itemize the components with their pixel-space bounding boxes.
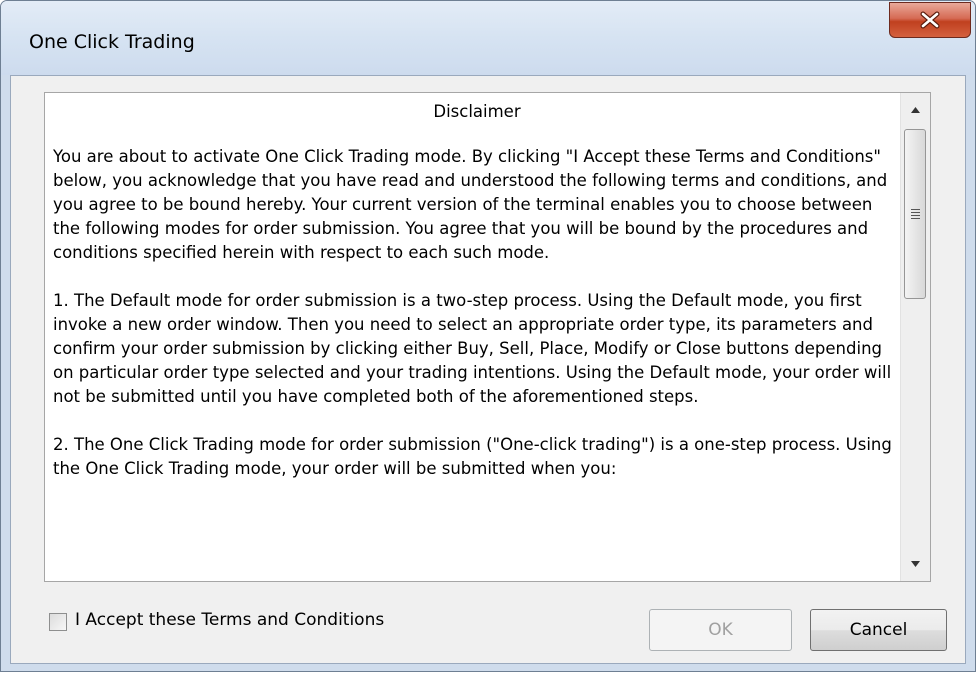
vertical-scrollbar[interactable] <box>900 93 930 581</box>
scroll-down-button[interactable] <box>901 547 930 581</box>
grip-icon <box>911 209 920 221</box>
dialog-client-area: Disclaimer You are about to activate One… <box>10 75 966 664</box>
disclaimer-heading: Disclaimer <box>433 102 521 121</box>
title-bar[interactable]: One Click Trading <box>1 1 975 75</box>
arrow-down-icon <box>911 561 920 567</box>
disclaimer-paragraph: You are about to activate One Click Trad… <box>53 147 888 262</box>
arrow-up-icon <box>911 107 920 113</box>
disclaimer-paragraph: 2. The One Click Trading mode for order … <box>53 435 892 478</box>
disclaimer-paragraph: 1. The Default mode for order submission… <box>53 291 892 406</box>
disclaimer-textbox[interactable]: Disclaimer You are about to activate One… <box>44 92 931 582</box>
accept-terms-checkbox[interactable] <box>49 613 67 631</box>
close-button[interactable] <box>889 2 971 38</box>
close-icon <box>920 11 940 29</box>
scroll-up-button[interactable] <box>901 93 930 127</box>
window-title: One Click Trading <box>29 31 195 53</box>
accept-terms-label[interactable]: I Accept these Terms and Conditions <box>75 610 384 630</box>
ok-button[interactable]: OK <box>649 609 792 651</box>
cancel-button[interactable]: Cancel <box>810 609 947 651</box>
disclaimer-text: Disclaimer You are about to activate One… <box>53 93 901 505</box>
scroll-thumb[interactable] <box>904 129 926 299</box>
dialog-window: One Click Trading Disclaimer You are abo… <box>0 0 976 672</box>
